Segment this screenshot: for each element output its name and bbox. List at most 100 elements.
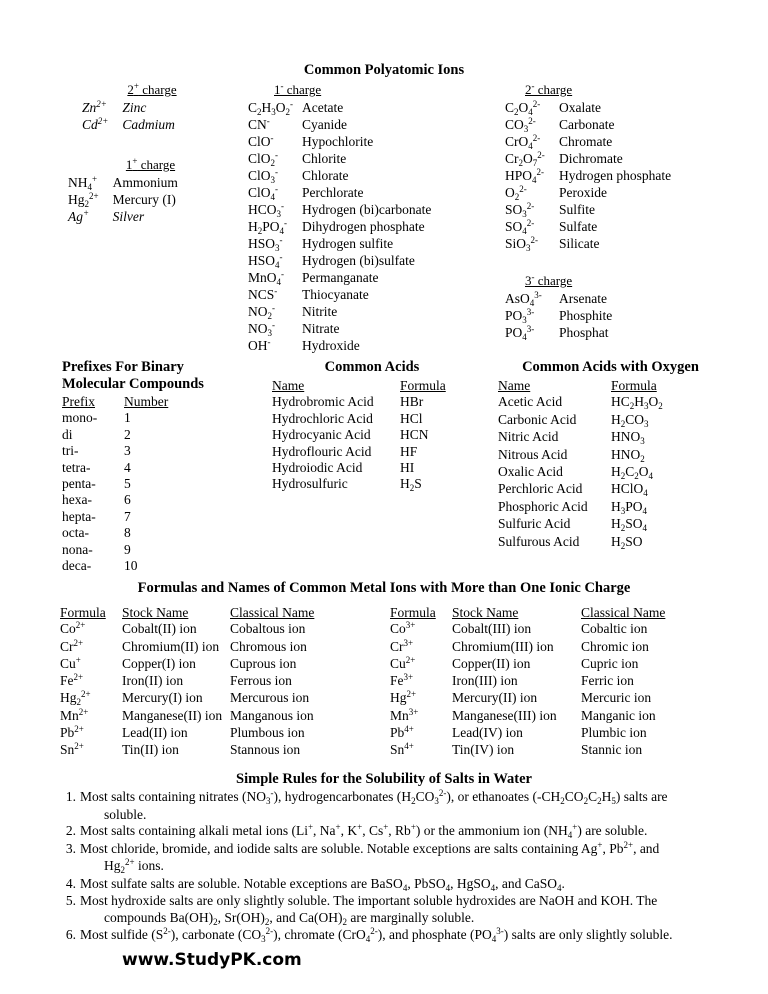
prefix-number: 9 (124, 541, 131, 557)
ion-formula: H2PO4- (248, 218, 288, 236)
metal-ion-formula: Mn2+ (60, 706, 89, 723)
acid-row: Nitric Acid HNO3 (498, 429, 663, 446)
ion-name: Cadmium (122, 117, 175, 132)
acid-name: Sulfuric Acid (498, 516, 571, 532)
prefix-row: nona- 9 (62, 542, 168, 558)
metal-ion-classical-name: Plumbous ion (230, 725, 305, 741)
acid-name: Hydrosulfuric (272, 476, 348, 492)
acid-formula: HF (400, 443, 418, 459)
chemical-formula: Na+ (319, 822, 341, 838)
prefix-value: tri- (62, 443, 79, 459)
group-heading-2plus: 2+ charge (127, 81, 177, 97)
solubility-rule: 2. Most salts containing alkali metal ion… (54, 822, 726, 841)
acid-formula: HNO3 (611, 429, 645, 447)
prefixes-header-row: Prefix Number (62, 394, 168, 410)
prefix-value: hepta- (62, 508, 96, 524)
metal-ion-stock-name: Lead(II) ion (122, 725, 188, 741)
polyatomic-table-1plus: NH4+ Ammonium Hg22+ Mercury (I) Ag+ Silver (68, 174, 178, 226)
acid-name: Hydroiodic Acid (272, 460, 363, 476)
ion-row: Cd2+ Cadmium (82, 116, 175, 134)
oxyacids-header-row: Name Formula (498, 378, 663, 394)
ion-name: Nitrate (302, 321, 340, 336)
ion-name: Permanganate (302, 270, 379, 285)
table-row: Co3+ Cobalt(III) ion Cobaltic ion (390, 620, 665, 638)
number-column-header: Number (124, 394, 169, 409)
rule-text: Most sulfate salts are soluble. Notable … (80, 875, 565, 893)
metal-ion-stock-name: Iron(III) ion (452, 673, 518, 689)
stock-name-column-header-left: Stock Name (122, 605, 189, 620)
solubility-rule: 5. Most hydroxide salts are only slightly… (54, 893, 726, 927)
prefix-row: hexa- 6 (62, 492, 168, 508)
common-acids-table: Name Formula Hydrobromic Acid HBr Hydrochl… (272, 378, 446, 494)
table-row: Cr2+ Chromium(II) ion Chromous ion (60, 638, 314, 656)
metal-ion-stock-name: Cobalt(II) ion (122, 621, 197, 637)
acid-formula: H2SO4 (611, 516, 648, 534)
ion-name: Hydrogen phosphate (559, 168, 672, 183)
prefix-value: di (62, 426, 73, 442)
ion-formula: HPO42- (505, 167, 545, 185)
prefix-row: di 2 (62, 427, 168, 443)
ion-formula: PO33- (505, 307, 535, 325)
acid-name: Oxalic Acid (498, 464, 563, 480)
metal-ion-stock-name: Chromium(II) ion (122, 638, 220, 654)
acid-name: Hydrocyanic Acid (272, 427, 371, 443)
prefix-number: 2 (124, 426, 131, 442)
chemical-formula: Cs+ (368, 822, 389, 838)
ion-formula: Hg22+ (68, 191, 99, 209)
ion-formula: SO42- (505, 218, 535, 236)
metal-ion-stock-name: Iron(II) ion (122, 673, 184, 689)
ion-name: Phosphite (559, 308, 613, 323)
metal-ion-stock-name: Tin(IV) ion (452, 742, 515, 758)
acid-row: Hydrochloric Acid HCl (272, 411, 446, 427)
acid-formula: HC2H3O2 (611, 394, 663, 412)
ion-row: CrO42- Chromate (505, 133, 671, 151)
metal-ion-formula: Mn3+ (390, 706, 419, 723)
prefixes-table: Prefix Number mono- 1 di 2 tri- 3 tetra- 4 penta… (62, 394, 168, 574)
acid-formula: HCl (400, 410, 423, 426)
prefix-number: 7 (124, 508, 131, 524)
group-heading-1minus: 1- charge (274, 81, 322, 97)
ion-name: Chlorite (302, 151, 347, 166)
acid-name: Hydroflouric Acid (272, 443, 372, 459)
stock-name-column-header-right: Stock Name (452, 605, 519, 620)
polyatomic-group-2minus: 2- charge C2O42- Oxalate CO32- Carbonate CrO… (505, 81, 725, 253)
prefix-column-header: Prefix (62, 394, 95, 409)
ion-row: NH4+ Ammonium (68, 174, 178, 192)
ion-formula: C2O42- (505, 99, 541, 117)
acid-row: Hydroiodic Acid HI (272, 460, 446, 476)
acid-row: Phosphoric Acid H3PO4 (498, 499, 663, 516)
ion-formula: ClO4- (248, 184, 279, 202)
prefix-value: penta- (62, 476, 96, 492)
polyatomic-ions-title: Common Polyatomic Ions (303, 62, 465, 78)
ion-formula: NO2- (248, 303, 275, 321)
metal-ion-stock-name: Tin(II) ion (122, 742, 179, 758)
metal-ion-classical-name: Stannous ion (230, 742, 301, 758)
prefix-number: 5 (124, 476, 131, 492)
acid-row: Nitrous Acid HNO2 (498, 447, 663, 464)
rule-text-continued: Hg22+ ions. (104, 857, 164, 875)
rule-number: 6. (65, 927, 76, 942)
ion-formula: O22- (505, 184, 527, 202)
prefix-value: tetra- (62, 459, 91, 475)
metal-ion-classical-name: Cuprous ion (230, 655, 297, 671)
ion-row: ClO3- Chlorate (248, 167, 431, 185)
group-heading-1plus: 1+ charge (125, 156, 176, 172)
metal-ion-formula: Hg2+ (390, 689, 417, 706)
acid-formula: H2SO (611, 533, 643, 551)
oxyacids-title: Common Acids with Oxygen (522, 359, 699, 375)
ion-row: Ag+ Silver (68, 208, 178, 226)
ion-formula: Cr2O72- (505, 150, 545, 168)
ion-name: Hypochlorite (302, 134, 374, 149)
ion-row: Cr2O72- Dichromate (505, 150, 671, 168)
acid-formula: H2CO3 (611, 411, 649, 429)
acid-formula: H2C2O4 (611, 464, 654, 482)
metal-ion-classical-name: Ferric ion (581, 673, 634, 689)
chemical-formula: CrO42- (342, 926, 378, 944)
ion-name: Phosphat (559, 325, 609, 340)
chemical-formula: NH4+ (548, 822, 578, 840)
prefix-value: octa- (62, 525, 89, 541)
solubility-title: Simple Rules for the Solubility of Salts… (236, 771, 532, 787)
ion-name: Sulfite (559, 202, 595, 217)
metal-ions-title: Formulas and Names of Common Metal Ions … (137, 580, 631, 596)
metal-ions-left-table: Formula Stock Name Classical Name Co2+ Co… (60, 605, 314, 760)
